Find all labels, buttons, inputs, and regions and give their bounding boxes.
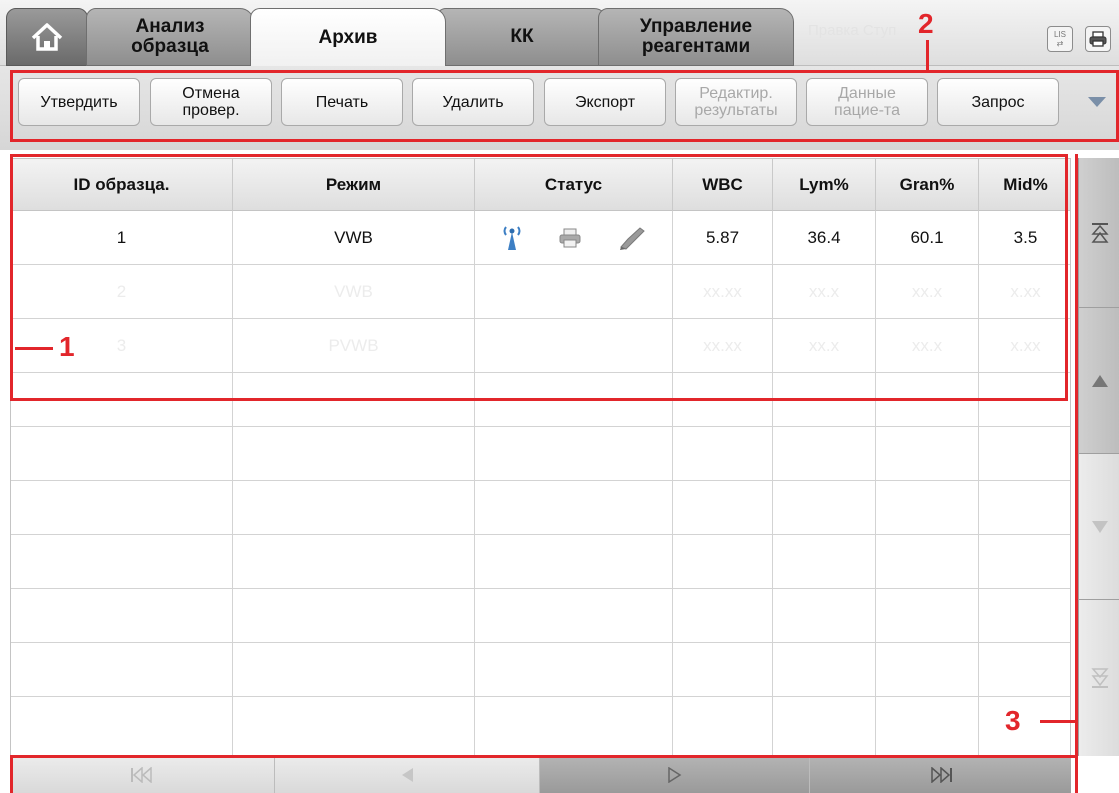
cell-id bbox=[11, 427, 233, 481]
lis-button[interactable]: LIS ⇄ bbox=[1047, 26, 1073, 52]
tab-qc[interactable]: КК bbox=[436, 8, 608, 66]
cell-lym bbox=[773, 427, 876, 481]
cell-mode bbox=[233, 427, 475, 481]
annotation-leader-scroll bbox=[1040, 720, 1075, 723]
tab-label: КК bbox=[510, 26, 534, 47]
cell-gran bbox=[876, 589, 979, 643]
cell-id bbox=[11, 589, 233, 643]
table-row-empty[interactable] bbox=[11, 589, 1070, 643]
cell-status bbox=[475, 535, 673, 589]
table-row-empty[interactable] bbox=[11, 481, 1070, 535]
cell-gran bbox=[876, 481, 979, 535]
cell-gran bbox=[876, 697, 979, 755]
cell-mode bbox=[233, 643, 475, 697]
cell-wbc bbox=[673, 481, 773, 535]
tab-label: Анализ bbox=[135, 16, 205, 37]
cell-status bbox=[475, 481, 673, 535]
cell-gran bbox=[876, 535, 979, 589]
lis-icon: LIS ⇄ bbox=[1053, 30, 1066, 48]
cell-wbc bbox=[673, 643, 773, 697]
home-icon bbox=[31, 23, 63, 51]
cell-lym bbox=[773, 535, 876, 589]
hidden-tab-label: Правка Ступ bbox=[808, 22, 897, 39]
print-status-button[interactable] bbox=[1085, 26, 1111, 52]
table-row-empty[interactable] bbox=[11, 535, 1070, 589]
cell-mid bbox=[979, 697, 1070, 755]
printer-icon bbox=[1089, 31, 1107, 47]
cell-id bbox=[11, 697, 233, 755]
cell-gran bbox=[876, 427, 979, 481]
annotation-leader-toolbar bbox=[926, 40, 929, 70]
callout-1: 1 bbox=[59, 331, 75, 362]
cell-mode bbox=[233, 481, 475, 535]
cell-gran bbox=[876, 643, 979, 697]
cell-lym bbox=[773, 481, 876, 535]
cell-mid bbox=[979, 535, 1070, 589]
cell-wbc bbox=[673, 427, 773, 481]
cell-wbc bbox=[673, 589, 773, 643]
tab-archive[interactable]: Архив bbox=[250, 8, 446, 67]
cell-lym bbox=[773, 589, 876, 643]
cell-id bbox=[11, 535, 233, 589]
annotation-box-table bbox=[10, 154, 1068, 401]
cell-mid bbox=[979, 481, 1070, 535]
table-row-empty[interactable] bbox=[11, 643, 1070, 697]
tab-sample-analysis[interactable]: Анализ образца bbox=[86, 8, 254, 66]
cell-status bbox=[475, 697, 673, 755]
cell-mid bbox=[979, 589, 1070, 643]
callout-3: 3 bbox=[1005, 705, 1021, 736]
cell-mid bbox=[979, 643, 1070, 697]
cell-mode bbox=[233, 535, 475, 589]
cell-id bbox=[11, 643, 233, 697]
tab-label: Управление bbox=[639, 16, 753, 37]
cell-status bbox=[475, 589, 673, 643]
cell-lym bbox=[773, 697, 876, 755]
tab-bar: Анализ образца КК Управление реагентами … bbox=[0, 0, 1119, 67]
cell-wbc bbox=[673, 697, 773, 755]
cell-status bbox=[475, 427, 673, 481]
lis-label: LIS bbox=[1053, 30, 1066, 39]
tab-label: реагентами bbox=[641, 36, 751, 57]
tab-reagent-management[interactable]: Управление реагентами bbox=[598, 8, 794, 66]
tab-label: Архив bbox=[318, 26, 378, 48]
table-row-empty[interactable] bbox=[11, 427, 1070, 481]
annotation-leader-table bbox=[15, 347, 53, 350]
callout-2: 2 bbox=[918, 8, 934, 39]
home-button[interactable] bbox=[6, 8, 88, 66]
cell-mode bbox=[233, 589, 475, 643]
tab-label: образца bbox=[131, 36, 209, 57]
cell-id bbox=[11, 481, 233, 535]
annotation-box-toolbar bbox=[10, 70, 1119, 142]
cell-mode bbox=[233, 697, 475, 755]
cell-wbc bbox=[673, 535, 773, 589]
annotation-box-pager bbox=[10, 755, 1078, 793]
annotation-box-scroll bbox=[1075, 154, 1119, 793]
table-row-empty[interactable] bbox=[11, 697, 1070, 755]
cell-status bbox=[475, 643, 673, 697]
cell-mid bbox=[979, 427, 1070, 481]
cell-lym bbox=[773, 643, 876, 697]
